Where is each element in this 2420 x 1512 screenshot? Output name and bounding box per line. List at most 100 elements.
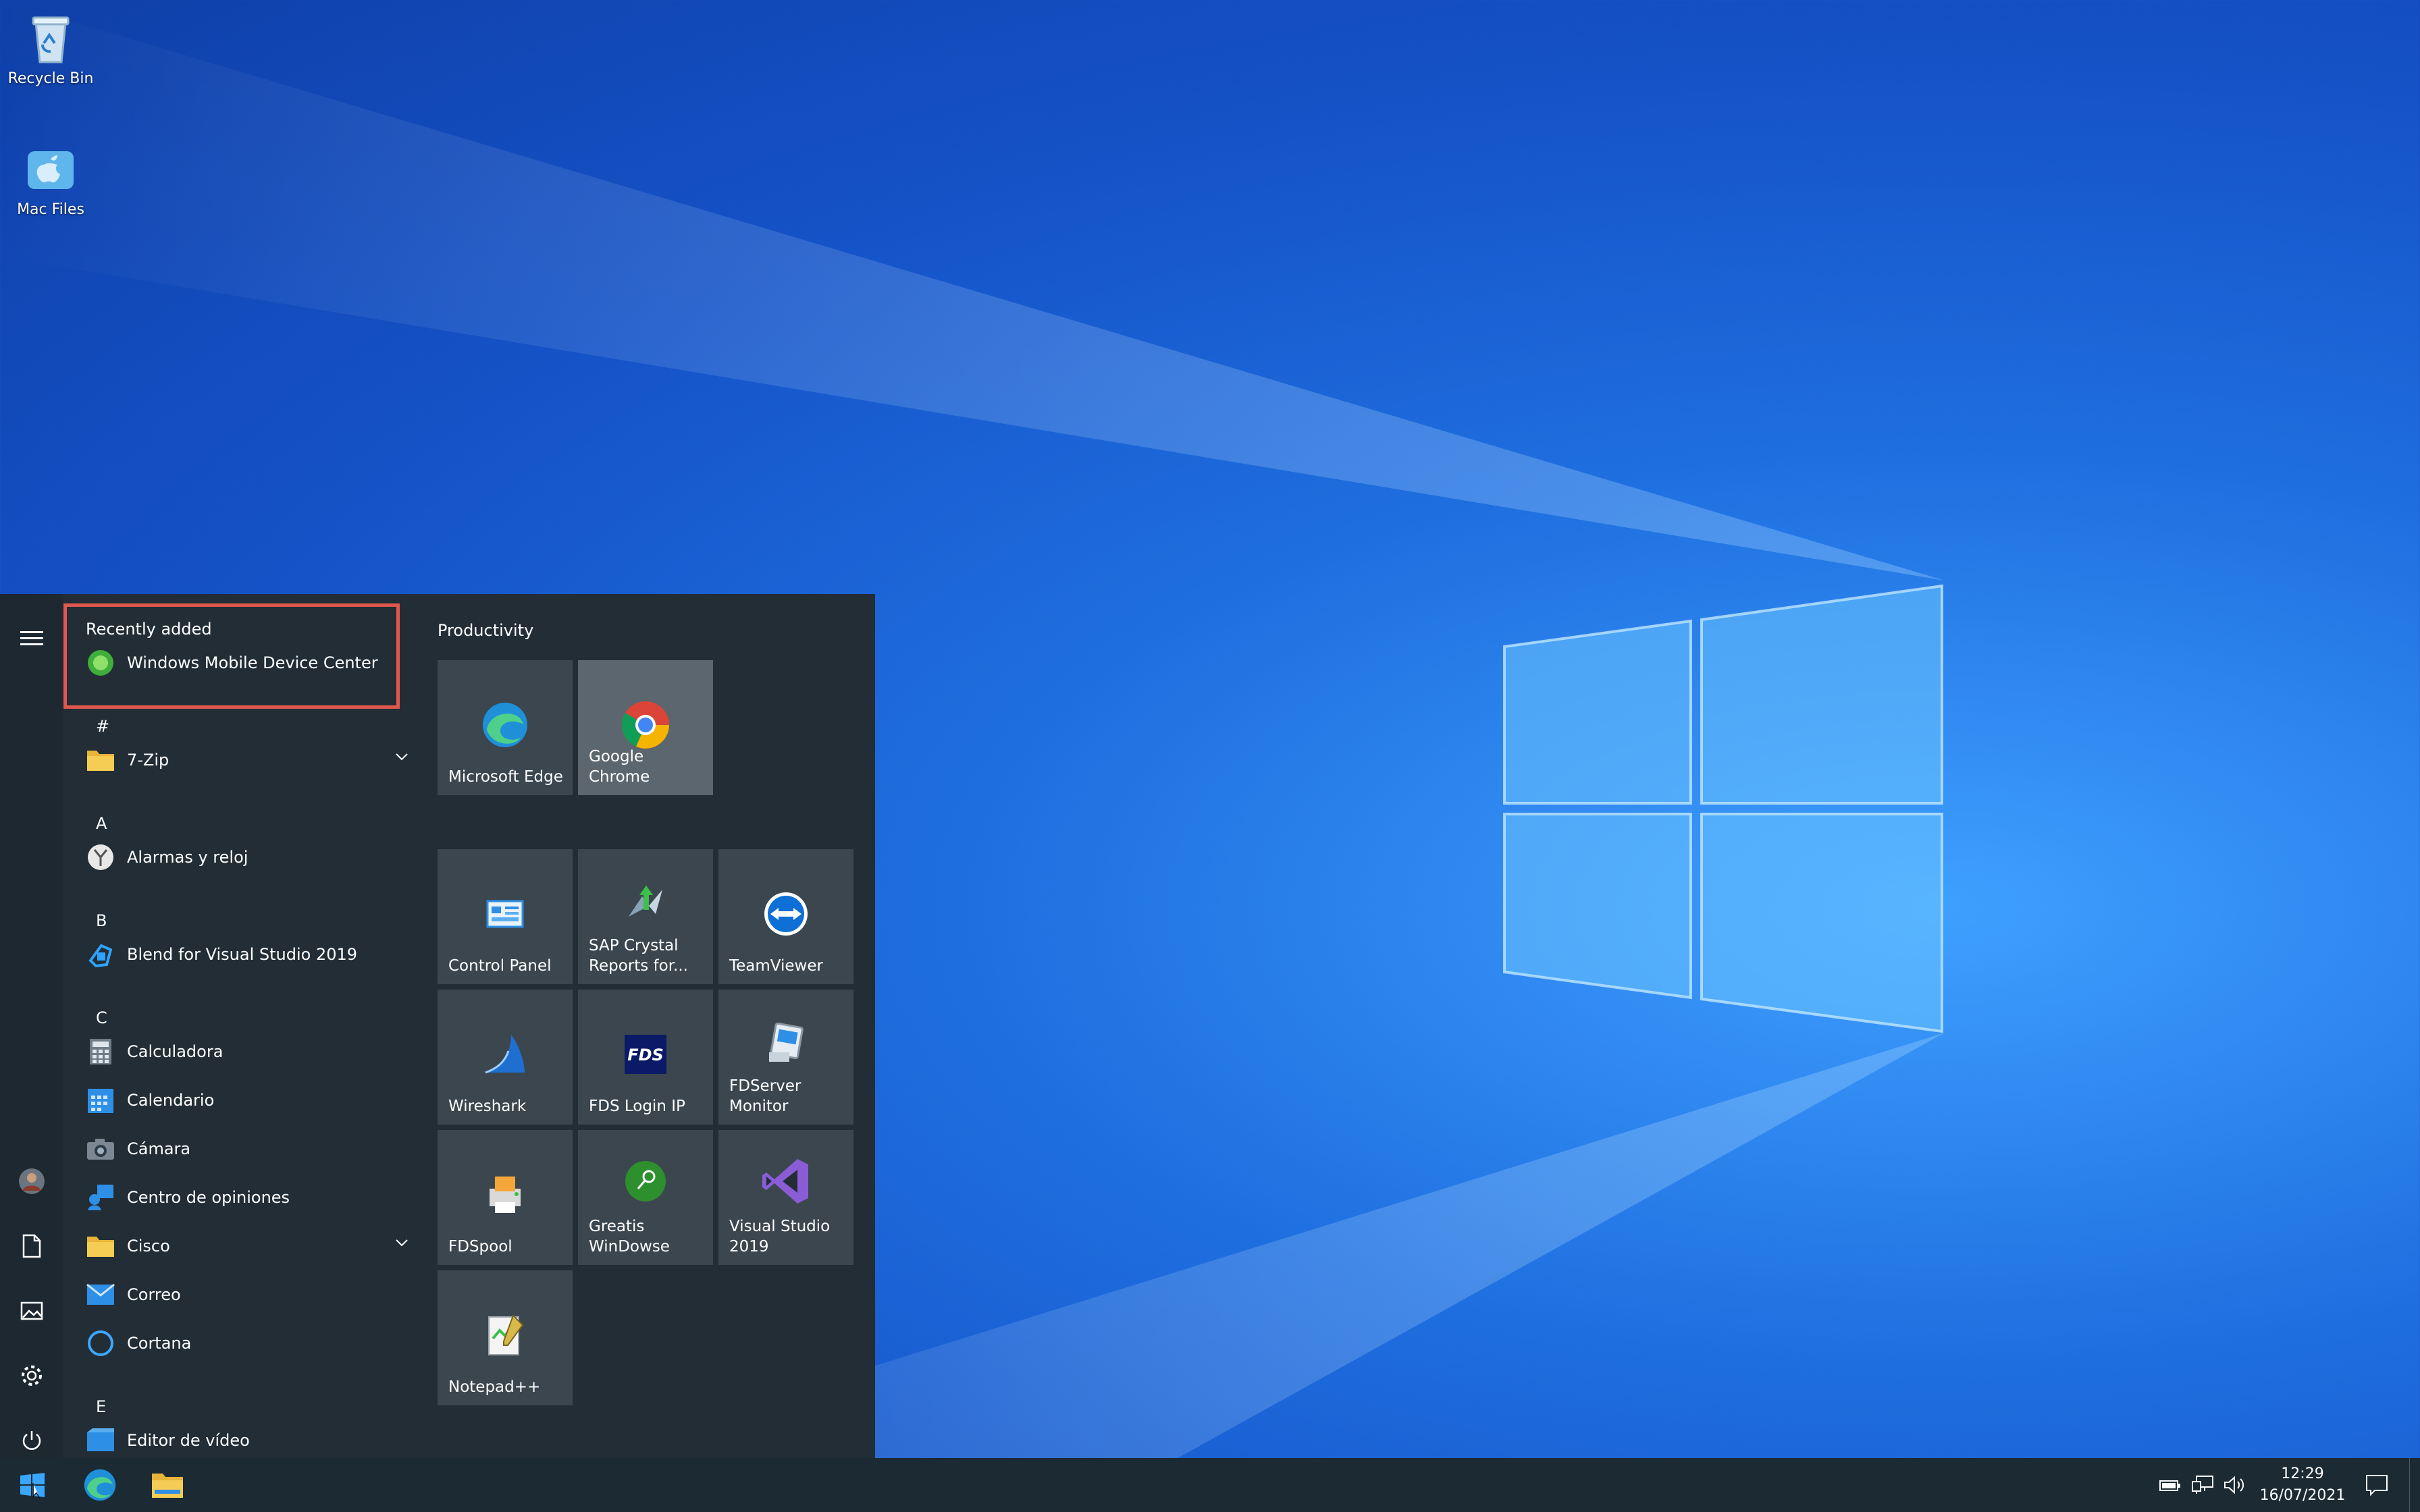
list-item-windows-mobile-device-center[interactable]: Windows Mobile Device Center (85, 643, 409, 683)
tile-fdserver-monitor[interactable]: FDServer Monitor (718, 990, 853, 1125)
tile-label: FDServer Monitor (729, 1077, 801, 1115)
app-label: Cortana (127, 1334, 192, 1353)
list-item-blend[interactable]: Blend for Visual Studio 2019 (85, 934, 409, 975)
notification-icon (2366, 1475, 2388, 1496)
app-label: 7-Zip (127, 751, 169, 770)
volume-tray-button[interactable] (2220, 1458, 2250, 1512)
app-label: Centro de opiniones (127, 1188, 290, 1207)
start-button[interactable] (0, 1458, 65, 1512)
tile-control-panel[interactable]: Control Panel (438, 849, 573, 984)
list-item-calendario[interactable]: Calendario (85, 1080, 409, 1120)
camera-icon (85, 1133, 116, 1164)
battery-tray-button[interactable] (2155, 1458, 2185, 1512)
calculator-icon (85, 1036, 116, 1067)
app-label: Correo (127, 1285, 181, 1304)
pictures-button[interactable] (16, 1295, 48, 1327)
app-list: Recently added Windows Mobile Device Cen… (63, 594, 415, 1458)
battery-icon (2159, 1480, 2180, 1491)
fds-icon: FDS (578, 1027, 713, 1081)
taskbar: 12:29 16/07/2021 (0, 1458, 2420, 1512)
taskbar-clock[interactable]: 12:29 16/07/2021 (2248, 1463, 2357, 1507)
app-label: Blend for Visual Studio 2019 (127, 945, 358, 964)
app-label: Cisco (127, 1237, 170, 1256)
teamviewer-icon (718, 887, 853, 941)
tile-label: TeamViewer (729, 957, 823, 975)
list-item-cortana[interactable]: Cortana (85, 1323, 409, 1364)
device-center-icon (85, 647, 116, 678)
tile-fds-login-ip[interactable]: FDS FDS Login IP (578, 990, 713, 1125)
letter-header-c[interactable]: C (96, 1008, 107, 1027)
show-desktop-button[interactable] (2409, 1458, 2420, 1512)
mail-icon (85, 1279, 116, 1310)
letter-header-a[interactable]: A (96, 814, 107, 833)
action-center-button[interactable] (2357, 1458, 2397, 1512)
letter-header-e[interactable]: E (96, 1397, 106, 1416)
avatar (19, 1168, 45, 1194)
expand-menu-button[interactable] (16, 622, 48, 655)
folder-icon (85, 1231, 116, 1262)
list-item-editor-de-video[interactable]: Editor de vídeo (85, 1420, 409, 1458)
clock-date: 16/07/2021 (2259, 1487, 2346, 1504)
tile-fdspool[interactable]: FDSpool (438, 1130, 573, 1265)
start-menu-rail (0, 594, 63, 1458)
picture-icon (20, 1301, 43, 1320)
letter-header-hash[interactable]: # (96, 717, 109, 736)
user-account-button[interactable] (16, 1165, 48, 1197)
list-item-cisco[interactable]: Cisco (85, 1226, 409, 1266)
control-panel-icon (438, 887, 573, 941)
recently-added-header: Recently added (86, 620, 212, 639)
app-label: Alarmas y reloj (127, 848, 248, 867)
list-item-correo[interactable]: Correo (85, 1274, 409, 1315)
desktop-icon-recycle-bin[interactable]: Recycle Bin (0, 11, 101, 87)
tile-teamviewer[interactable]: TeamViewer (718, 849, 853, 984)
tile-label: Wireshark (448, 1098, 527, 1115)
list-item-calculadora[interactable]: Calculadora (85, 1031, 409, 1072)
tile-visual-studio-2019[interactable]: Visual Studio 2019 (718, 1130, 853, 1265)
network-icon (2192, 1476, 2213, 1494)
edge-icon (438, 698, 573, 752)
folder-icon (85, 745, 116, 776)
taskbar-file-explorer-button[interactable] (135, 1458, 200, 1512)
tile-label: FDSpool (448, 1238, 512, 1256)
tile-google-chrome[interactable]: Google Chrome (578, 660, 713, 795)
tile-microsoft-edge[interactable]: Microsoft Edge (438, 660, 573, 795)
app-label: Calendario (127, 1091, 215, 1110)
desktop-icon-label: Recycle Bin (7, 70, 94, 87)
edge-icon (84, 1469, 116, 1501)
wireshark-icon (438, 1027, 573, 1081)
alarm-clock-icon (85, 842, 116, 873)
network-tray-button[interactable] (2188, 1458, 2217, 1512)
chrome-icon (578, 698, 713, 752)
tile-label: Notepad++ (448, 1378, 541, 1396)
list-item-camara[interactable]: Cámara (85, 1129, 409, 1169)
list-item-alarmas-y-reloj[interactable]: Alarmas y reloj (85, 837, 409, 878)
start-menu: Recently added Windows Mobile Device Cen… (0, 594, 875, 1458)
chevron-down-icon[interactable] (394, 752, 409, 761)
power-button[interactable] (16, 1424, 48, 1457)
letter-header-b[interactable]: B (96, 911, 107, 930)
app-label: Cámara (127, 1139, 191, 1158)
calendar-icon (85, 1085, 116, 1116)
notepadpp-icon (438, 1308, 573, 1362)
list-item-7-zip[interactable]: 7-Zip (85, 740, 409, 780)
document-icon (22, 1234, 41, 1258)
tile-greatis-windowse[interactable]: Greatis WinDowse (578, 1130, 713, 1265)
tile-sap-crystal-reports[interactable]: SAP Crystal Reports for... (578, 849, 713, 984)
desktop-icon-mac-files[interactable]: Mac Files (0, 142, 101, 218)
cortana-icon (85, 1328, 116, 1359)
chevron-down-icon[interactable] (394, 1238, 409, 1247)
app-label: Calculadora (127, 1042, 223, 1061)
tile-label: Google Chrome (589, 748, 650, 786)
mac-drive-icon (24, 142, 78, 196)
file-explorer-icon (152, 1474, 183, 1498)
blend-icon (85, 939, 116, 970)
tile-notepad-plus-plus[interactable]: Notepad++ (438, 1270, 573, 1405)
settings-button[interactable] (16, 1359, 48, 1392)
app-label: Windows Mobile Device Center (127, 653, 378, 672)
taskbar-edge-button[interactable] (68, 1458, 132, 1512)
tile-label: Microsoft Edge (448, 768, 563, 786)
app-label: Editor de vídeo (127, 1431, 250, 1450)
tile-wireshark[interactable]: Wireshark (438, 990, 573, 1125)
list-item-centro-de-opiniones[interactable]: Centro de opiniones (85, 1177, 409, 1218)
documents-button[interactable] (16, 1230, 48, 1262)
